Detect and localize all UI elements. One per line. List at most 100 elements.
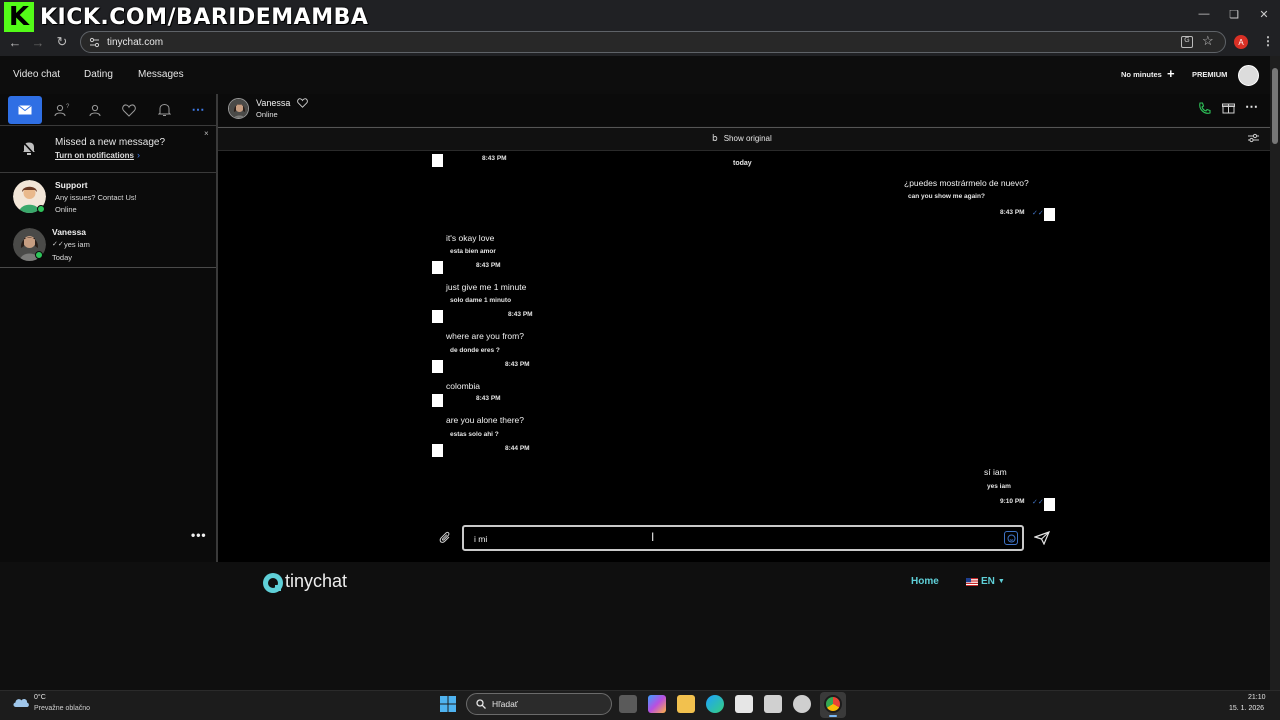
nav-messages[interactable]: Messages	[138, 69, 184, 80]
language-selector[interactable]: EN ▼	[966, 576, 1005, 587]
message-input[interactable]	[474, 531, 994, 547]
message-translation: solo dame 1 minuto	[450, 297, 512, 304]
tab-messages[interactable]	[8, 96, 42, 124]
online-indicator	[35, 251, 43, 259]
premium-link[interactable]: PREMIUM	[1192, 70, 1227, 79]
message-time: 9:10 PM	[1000, 498, 1025, 505]
message-time: 8:43 PM	[482, 155, 507, 162]
windows-start-icon[interactable]	[440, 696, 456, 712]
double-check-icon: ✓✓	[52, 241, 64, 248]
store-icon[interactable]	[735, 695, 753, 713]
copilot-icon[interactable]	[648, 695, 666, 713]
maximize-button[interactable]: ❏	[1220, 6, 1248, 22]
chat-options-icon[interactable]: ⋯	[1245, 99, 1258, 115]
text-cursor-icon: I	[651, 530, 655, 544]
brand-name[interactable]: tinychat	[285, 571, 347, 592]
page-scrollbar[interactable]	[1270, 56, 1280, 690]
forward-icon[interactable]: →	[30, 34, 46, 50]
file-explorer-icon[interactable]	[677, 695, 695, 713]
watermark-text: KICK.COM/BARIDEMAMBA	[40, 4, 369, 30]
bell-icon	[157, 103, 171, 116]
divider	[0, 267, 216, 268]
attach-icon[interactable]	[439, 531, 451, 544]
chrome-icon[interactable]	[824, 695, 842, 713]
heart-icon	[122, 103, 136, 117]
chat-partner-name[interactable]: Vanessa	[256, 98, 290, 108]
chat-partner-avatar[interactable]	[228, 98, 249, 119]
message-avatar	[432, 261, 443, 274]
address-bar[interactable]: tinychat.com	[80, 31, 1226, 53]
gift-icon[interactable]	[1222, 101, 1235, 114]
translate-icon[interactable]: G	[1181, 36, 1193, 48]
site-info-icon[interactable]	[89, 37, 100, 48]
footer-home-link[interactable]: Home	[911, 576, 939, 587]
call-icon[interactable]	[1198, 102, 1211, 115]
reload-icon[interactable]: ↻	[54, 34, 70, 50]
tab-notifications[interactable]	[156, 102, 172, 118]
user-avatar[interactable]	[1238, 65, 1259, 86]
turn-on-notifications-link[interactable]: Turn on notifications	[55, 151, 134, 160]
weather-temperature[interactable]: 0°C	[34, 694, 46, 701]
close-notification-icon[interactable]: ×	[204, 129, 209, 138]
show-original-button[interactable]: 𝖻 Show original	[712, 133, 772, 144]
message-avatar	[432, 154, 443, 167]
favorite-heart-icon[interactable]	[297, 98, 308, 108]
taskbar-search[interactable]: Hľadať	[466, 693, 612, 715]
message-translation: yes iam	[987, 483, 1011, 490]
tab-favorites[interactable]	[121, 102, 137, 118]
message-time: 8:43 PM	[476, 262, 501, 269]
close-window-button[interactable]: ✕	[1250, 6, 1278, 22]
tab-contacts[interactable]	[87, 102, 103, 118]
bookmark-star-icon[interactable]: ☆	[1202, 33, 1214, 49]
message-input-box[interactable]	[462, 525, 1024, 551]
send-icon[interactable]	[1034, 531, 1050, 545]
nav-dating[interactable]: Dating	[84, 69, 113, 80]
settings-sliders-icon[interactable]	[1248, 133, 1259, 143]
kick-logo: K	[4, 2, 34, 32]
divider	[0, 125, 216, 126]
scrollbar-thumb[interactable]	[1272, 68, 1278, 144]
browser-profile-avatar[interactable]: A	[1234, 35, 1248, 49]
tinychat-logo-icon	[262, 572, 284, 594]
browser-menu-icon[interactable]: ⋮	[1262, 34, 1274, 48]
message-text: where are you from?	[446, 331, 524, 341]
online-indicator	[37, 205, 45, 213]
sidebar-more-icon[interactable]: •••	[191, 528, 207, 542]
message-avatar	[1044, 498, 1055, 511]
nav-video-chat[interactable]: Video chat	[13, 69, 60, 80]
message-text: colombia	[446, 381, 481, 391]
bell-muted-icon	[22, 140, 36, 156]
conversation-preview: Any issues? Contact Us!	[55, 193, 137, 202]
footer-left	[0, 562, 218, 688]
app-icon[interactable]	[793, 695, 811, 713]
translate-icon: 𝖻	[712, 133, 718, 143]
site-footer	[218, 562, 1270, 688]
message-time: 8:43 PM	[476, 395, 501, 402]
weather-description[interactable]: Prevažne oblačno	[34, 705, 90, 712]
clock-time[interactable]: 21:10	[1248, 694, 1266, 701]
read-receipt-icon: ✓✓	[1032, 499, 1044, 506]
chevron-down-icon: ▼	[997, 578, 1005, 585]
message-time: 8:44 PM	[505, 445, 530, 452]
minimize-button[interactable]: —	[1190, 6, 1218, 22]
clock-date[interactable]: 15. 1. 2026	[1229, 705, 1264, 712]
message-avatar	[1044, 208, 1055, 221]
edge-icon[interactable]	[706, 695, 724, 713]
stream-watermark: K KICK.COM/BARIDEMAMBA	[4, 2, 368, 32]
add-minutes-icon[interactable]: +	[1167, 66, 1175, 81]
sticker-icon[interactable]	[1004, 531, 1018, 545]
active-indicator	[829, 715, 837, 717]
site-header	[0, 56, 1270, 94]
messages-area	[218, 151, 1270, 562]
minutes-balance[interactable]: No minutes	[1121, 70, 1162, 79]
message-avatar	[432, 360, 443, 373]
weather-cloud-icon[interactable]	[12, 694, 30, 708]
office-icon[interactable]	[764, 695, 782, 713]
back-icon[interactable]: ←	[7, 34, 23, 50]
conversation-status: Online	[55, 205, 77, 214]
task-view-icon[interactable]	[619, 695, 637, 713]
message-translation: can you show me again?	[908, 193, 985, 200]
message-text: ¿puedes mostrármelo de nuevo?	[904, 178, 1029, 188]
tab-friend-requests[interactable]: ?	[54, 102, 70, 118]
more-tabs-icon[interactable]: ⋯	[190, 102, 206, 118]
